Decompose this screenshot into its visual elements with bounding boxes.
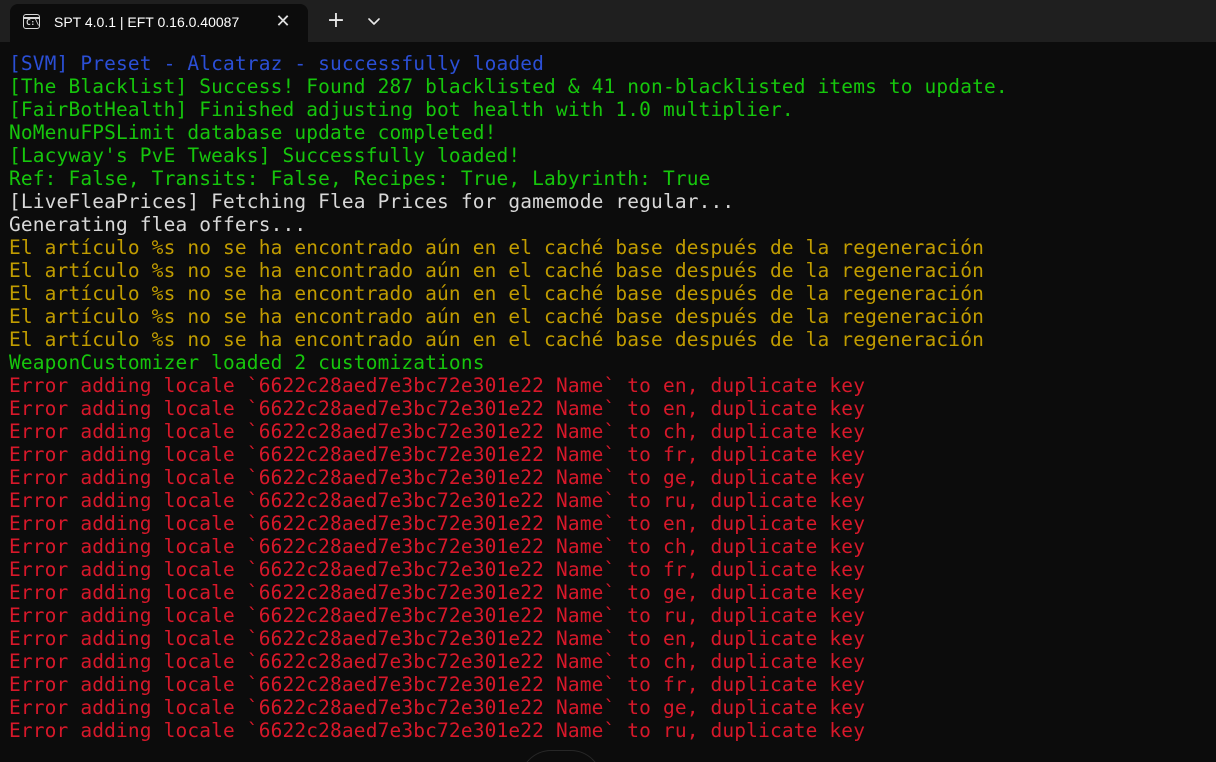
console-line: NoMenuFPSLimit database update completed… <box>9 121 497 144</box>
console-line: Error adding locale `6622c28aed7e3bc72e3… <box>9 558 866 581</box>
console-line: El artículo %s no se ha encontrado aún e… <box>9 282 984 305</box>
console-line: El artículo %s no se ha encontrado aún e… <box>9 236 984 259</box>
console-line: Ref: False, Transits: False, Recipes: Tr… <box>9 167 711 190</box>
console-line: El artículo %s no se ha encontrado aún e… <box>9 259 984 282</box>
console-line: Error adding locale `6622c28aed7e3bc72e3… <box>9 512 866 535</box>
console-line: El artículo %s no se ha encontrado aún e… <box>9 305 984 328</box>
console-line: Error adding locale `6622c28aed7e3bc72e3… <box>9 466 866 489</box>
close-icon[interactable]: ✕ <box>270 9 296 35</box>
console-line: [SVM] Preset - Alcatraz - successfully l… <box>9 52 545 75</box>
tab-title: SPT 4.0.1 | EFT 0.16.0.40087 <box>54 14 240 30</box>
console-line: Generating flea offers... <box>9 213 307 236</box>
console-line: Error adding locale `6622c28aed7e3bc72e3… <box>9 673 866 696</box>
console-line: Error adding locale `6622c28aed7e3bc72e3… <box>9 696 866 719</box>
console-line: [The Blacklist] Success! Found 287 black… <box>9 75 1008 98</box>
terminal-icon-glyph: C:\ <box>26 18 39 27</box>
console-line: Error adding locale `6622c28aed7e3bc72e3… <box>9 581 866 604</box>
console-line: Error adding locale `6622c28aed7e3bc72e3… <box>9 420 866 443</box>
tab-spt-server[interactable]: C:\ SPT 4.0.1 | EFT 0.16.0.40087 ✕ <box>10 4 308 42</box>
console-line: Error adding locale `6622c28aed7e3bc72e3… <box>9 443 866 466</box>
console-line: Error adding locale `6622c28aed7e3bc72e3… <box>9 397 866 420</box>
console-line: Error adding locale `6622c28aed7e3bc72e3… <box>9 374 866 397</box>
terminal-window: C:\ SPT 4.0.1 | EFT 0.16.0.40087 ✕ + [SV… <box>0 0 1216 762</box>
terminal-icon: C:\ <box>23 14 40 29</box>
tab-bar: C:\ SPT 4.0.1 | EFT 0.16.0.40087 ✕ + <box>0 0 1216 42</box>
console-line: Error adding locale `6622c28aed7e3bc72e3… <box>9 535 866 558</box>
console-line: [LiveFleaPrices] Fetching Flea Prices fo… <box>9 190 735 213</box>
console-line: [Lacyway's PvE Tweaks] Successfully load… <box>9 144 521 167</box>
console-line: Error adding locale `6622c28aed7e3bc72e3… <box>9 604 866 627</box>
console-line: Error adding locale `6622c28aed7e3bc72e3… <box>9 650 866 673</box>
console-line: Error adding locale `6622c28aed7e3bc72e3… <box>9 627 866 650</box>
tab-dropdown-button[interactable] <box>360 8 388 36</box>
console-line: Error adding locale `6622c28aed7e3bc72e3… <box>9 719 866 742</box>
chevron-down-icon <box>368 18 380 25</box>
console-output[interactable]: [SVM] Preset - Alcatraz - successfully l… <box>0 42 1216 762</box>
new-tab-button[interactable]: + <box>322 8 350 36</box>
console-line: El artículo %s no se ha encontrado aún e… <box>9 328 984 351</box>
console-line: [FairBotHealth] Finished adjusting bot h… <box>9 98 794 121</box>
console-line: WeaponCustomizer loaded 2 customizations <box>9 351 485 374</box>
console-line: Error adding locale `6622c28aed7e3bc72e3… <box>9 489 866 512</box>
